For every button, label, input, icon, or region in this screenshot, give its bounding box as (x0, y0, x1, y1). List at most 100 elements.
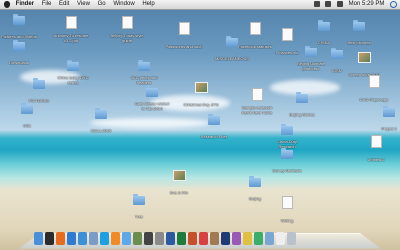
desktop-item[interactable]: Untitled 2 (357, 135, 395, 166)
desktop-item-label: CHINA (317, 40, 331, 45)
vlc-icon[interactable] (111, 232, 120, 245)
desktop-item[interactable]: China today DVD series (54, 60, 92, 89)
excel-icon[interactable] (177, 232, 186, 245)
desktop-item[interactable]: Passwords and such (165, 22, 203, 53)
word-icon[interactable] (166, 232, 175, 245)
doc-icon (281, 196, 293, 209)
menu-bar: Finder File Edit View Go Window Help Mon… (0, 0, 400, 10)
desktop-item-label: VAC prints and headers (130, 75, 158, 85)
desktop-item[interactable]: Project 2 (370, 106, 400, 135)
desktop-item[interactable]: Cuts videos related to Tao 2010 (133, 86, 171, 115)
doc-icon (249, 22, 261, 35)
desktop-item[interactable]: VAC prints and headers (125, 60, 163, 89)
desktop-item[interactable]: CDs (8, 103, 46, 132)
desktop-item[interactable]: China 2010 (82, 108, 120, 137)
apple-icon[interactable] (4, 1, 10, 8)
skype-icon[interactable] (100, 232, 109, 245)
desktop-item-label: Best pictures (347, 40, 371, 45)
desktop-item[interactable]: Eva & Mix (160, 170, 198, 199)
folder-icon (318, 20, 330, 31)
folder-icon (95, 108, 107, 119)
dashboard-icon[interactable] (45, 232, 54, 245)
wifi-icon[interactable] (313, 1, 320, 7)
folder-icon (67, 60, 79, 71)
powerpoint-icon[interactable] (188, 232, 197, 245)
firefox-icon[interactable] (56, 232, 65, 245)
folder-icon (383, 106, 395, 117)
battery-icon[interactable] (336, 1, 343, 7)
photoshop-icon[interactable] (221, 232, 230, 245)
trash-icon[interactable] (287, 232, 296, 245)
doc-icon (65, 16, 77, 29)
desktop-item[interactable]: Money Abstracts (268, 148, 306, 177)
folder-icon (146, 86, 158, 97)
desktop-item[interactable]: Downloads (0, 40, 38, 69)
desktop-item-label: PICTURES (28, 98, 50, 103)
app-icon[interactable] (232, 232, 241, 245)
folder-icon (296, 92, 308, 103)
doc-icon (370, 135, 382, 148)
folder-icon (13, 14, 25, 25)
itunes-icon[interactable] (122, 232, 131, 245)
folder-icon (353, 20, 365, 31)
desktop-item-label: Sample research Ken's Next Tickle (241, 105, 273, 115)
desktop-item[interactable]: Tree (120, 194, 158, 223)
desktop-item-label: Untitled 2 (367, 157, 385, 162)
desktop-item-label: MISCELLANEOUS (214, 56, 249, 61)
desktop-item[interactable]: Sample research Ken's Next Tickle (238, 88, 276, 119)
desktop-item[interactable]: Anthony Tu resume v3.2.pdf (52, 16, 90, 47)
app-icon[interactable] (243, 232, 252, 245)
desktop-item-label: Eva & Mix (169, 190, 188, 195)
system-preferences-icon[interactable] (155, 232, 164, 245)
menu-window[interactable]: Window (113, 0, 134, 9)
iphoto-icon[interactable] (133, 232, 142, 245)
desktop-item[interactable]: Beijing Today style guide (108, 16, 146, 47)
documents-stack-icon[interactable] (276, 232, 285, 245)
downloads-stack-icon[interactable] (265, 232, 274, 245)
menu-edit[interactable]: Edit (59, 0, 69, 9)
address-book-icon[interactable] (210, 232, 219, 245)
desktop-item-label: Beijing Today style guide (110, 33, 144, 43)
desktop-item[interactable]: Best pictures (340, 20, 378, 49)
image-icon (357, 52, 371, 63)
globe-icon[interactable] (67, 232, 76, 245)
image-icon (172, 170, 186, 181)
folder-icon (281, 148, 293, 159)
menu-finder[interactable]: Finder (16, 0, 34, 9)
desktop-item[interactable]: Beijing Stories (283, 92, 321, 121)
finder-icon[interactable] (34, 232, 43, 245)
menu-file[interactable]: File (42, 0, 52, 9)
spotlight-search-icon[interactable] (390, 1, 397, 8)
desktop-item-label: CDs (23, 123, 31, 128)
desktop-item[interactable]: Pictures and Videos (0, 14, 38, 43)
folder-icon (33, 78, 45, 89)
doc-icon (121, 16, 133, 29)
desktop-item[interactable]: CHINA (305, 20, 343, 49)
menu-help[interactable]: Help (142, 0, 154, 9)
desktop-item-label: Facebook statuses (238, 44, 272, 49)
folder-icon (281, 124, 293, 135)
menu-go[interactable]: Go (98, 0, 106, 9)
desktop-item[interactable]: Christmas Day JPG (182, 82, 220, 111)
desktop-item-label: Writing (280, 218, 294, 223)
desktop-item-label: Project 2 (381, 126, 397, 131)
app-icon[interactable] (254, 232, 263, 245)
folder-icon (331, 48, 343, 59)
desktop-item[interactable]: DVD Player.app (355, 75, 393, 106)
desktop-item[interactable]: Research Files (195, 114, 233, 143)
imovie-icon[interactable] (144, 232, 153, 245)
folder-icon (138, 60, 150, 71)
volume-icon[interactable] (325, 1, 332, 7)
mail-icon[interactable] (89, 232, 98, 245)
desktop-item-label: Beijing Stories (289, 112, 315, 117)
menu-view[interactable]: View (77, 0, 90, 9)
desktop-item-label: Research Files (200, 134, 228, 139)
dock (34, 229, 366, 245)
desktop-item-label: China 2010 (90, 128, 112, 133)
desktop-item[interactable]: China Duty Research (268, 124, 306, 153)
folder-icon (13, 40, 25, 51)
menu-clock[interactable]: Mon 5:29 PM (349, 0, 385, 9)
safari-icon[interactable] (78, 232, 87, 245)
calendar-icon[interactable] (199, 232, 208, 245)
desktop-item[interactable]: Writing (268, 196, 306, 227)
